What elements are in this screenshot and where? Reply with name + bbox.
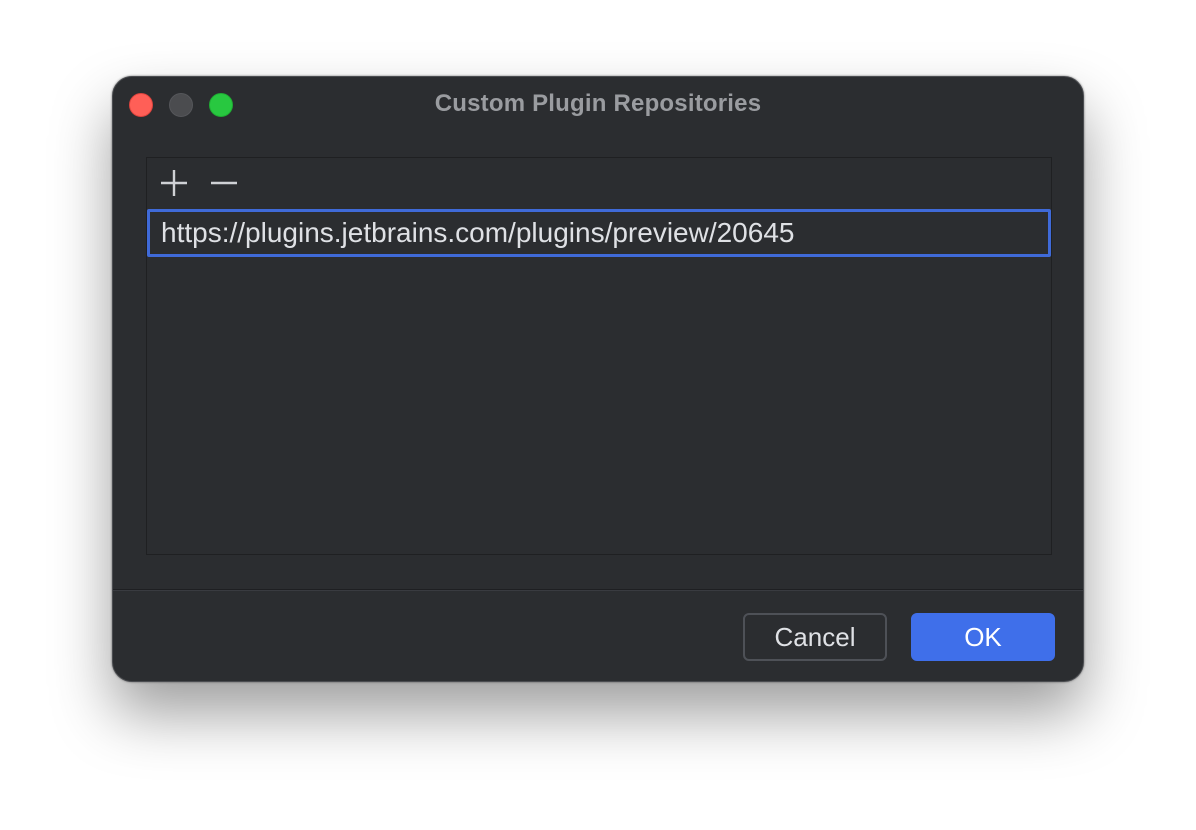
repository-list-item[interactable]: [147, 209, 1051, 257]
add-repository-button[interactable]: [155, 166, 191, 200]
repositories-panel: [146, 157, 1052, 555]
cancel-button[interactable]: Cancel: [743, 613, 887, 661]
custom-plugin-repositories-dialog: Custom Plugin Repositories https://plugi…: [112, 76, 1084, 682]
minus-icon: [211, 181, 237, 185]
repositories-toolbar: [147, 158, 1051, 208]
dialog-title: Custom Plugin Repositories: [434, 90, 762, 117]
remove-repository-button[interactable]: [206, 166, 242, 200]
footer-divider-highlight: [113, 590, 1083, 591]
screen: Custom Plugin Repositories https://plugi…: [0, 0, 1196, 830]
plus-icon: [161, 170, 187, 196]
ok-button[interactable]: OK: [911, 613, 1055, 661]
title-bar: Custom Plugin Repositories: [113, 77, 1083, 133]
repository-url-field[interactable]: [161, 212, 1037, 254]
